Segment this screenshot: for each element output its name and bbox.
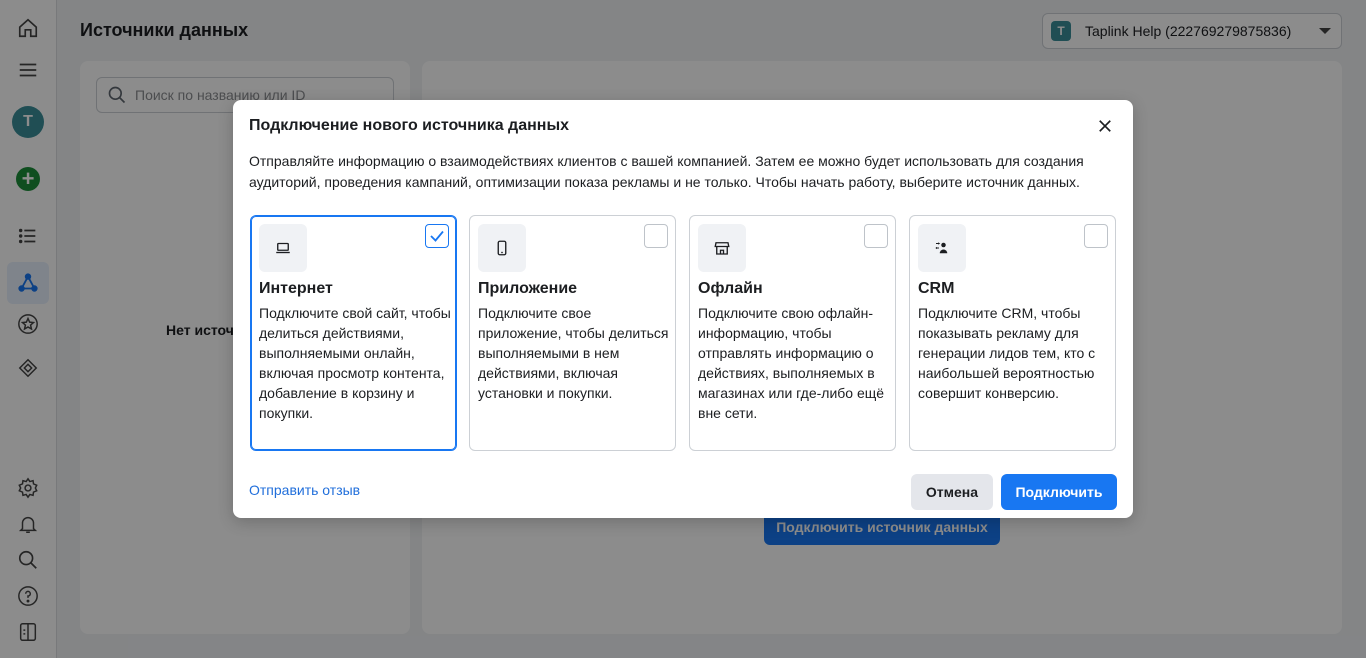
source-checkbox[interactable] xyxy=(425,224,449,248)
source-title: CRM xyxy=(918,280,955,297)
dialog-title: Подключение нового источника данных xyxy=(249,117,569,134)
source-card-crm[interactable]: CRM Подключите CRM, чтобы показывать рек… xyxy=(909,215,1116,451)
crm-icon xyxy=(918,224,966,272)
laptop-icon xyxy=(259,224,307,272)
checkmark-icon xyxy=(430,230,444,242)
source-description: Подключите свой сайт, чтобы делиться дей… xyxy=(259,305,451,421)
source-checkbox[interactable] xyxy=(1084,224,1108,248)
source-title: Приложение xyxy=(478,280,578,297)
source-description: Подключите свое приложение, чтобы делить… xyxy=(478,305,669,401)
source-card-app[interactable]: Приложение Подключите свое приложение, ч… xyxy=(469,215,676,451)
source-title: Офлайн xyxy=(698,280,763,297)
cancel-button[interactable]: Отмена xyxy=(911,474,993,510)
source-description: Подключите CRM, чтобы показывать рекламу… xyxy=(918,305,1096,401)
source-card-offline[interactable]: Офлайн Подключите свою офлайн-информацию… xyxy=(689,215,896,451)
source-checkbox[interactable] xyxy=(644,224,668,248)
source-card-internet[interactable]: Интернет Подключите свой сайт, чтобы дел… xyxy=(250,215,457,451)
connect-button[interactable]: Подключить xyxy=(1001,474,1117,510)
source-description: Подключите свою офлайн-информацию, чтобы… xyxy=(698,305,885,421)
source-checkbox[interactable] xyxy=(864,224,888,248)
close-icon[interactable] xyxy=(1093,114,1117,138)
phone-icon xyxy=(478,224,526,272)
send-feedback-link[interactable]: Отправить отзыв xyxy=(249,482,360,498)
connect-source-dialog: Подключение нового источника данных Отпр… xyxy=(233,100,1133,518)
dialog-description: Отправляйте информацию о взаимодействиях… xyxy=(249,153,1084,190)
source-title: Интернет xyxy=(259,280,333,297)
store-icon xyxy=(698,224,746,272)
source-options: Интернет Подключите свой сайт, чтобы дел… xyxy=(250,215,1117,452)
